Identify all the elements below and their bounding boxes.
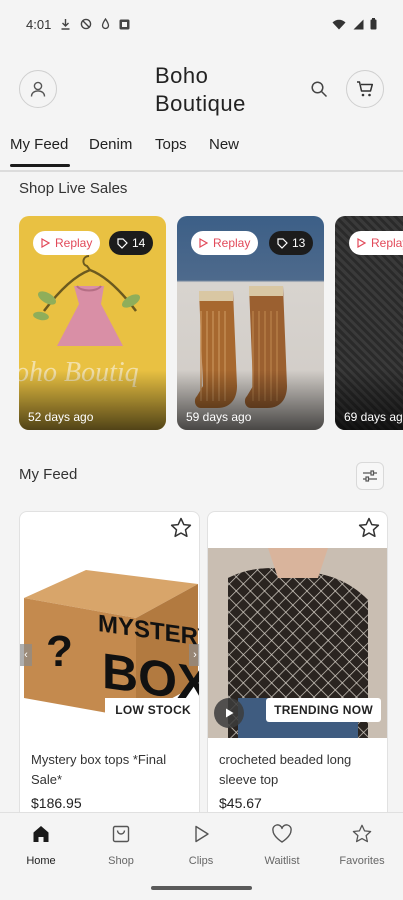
feed-title: My Feed <box>19 466 78 483</box>
app-notification-icon <box>119 19 130 29</box>
download-icon <box>61 19 70 30</box>
nav-favorites[interactable]: Favorites <box>322 823 402 873</box>
nav-waitlist[interactable]: Waitlist <box>242 823 322 873</box>
cart-button[interactable] <box>346 70 384 108</box>
star-icon <box>352 824 372 843</box>
product-price: $45.67 <box>219 795 262 811</box>
wifi-icon <box>332 19 346 29</box>
product-price: $186.95 <box>31 795 82 811</box>
nav-favorites-label: Favorites <box>339 855 385 867</box>
live-sale-card[interactable]: Replay 69 days ago <box>335 216 403 430</box>
favorite-star-icon[interactable] <box>357 516 381 540</box>
replay-label: Replay <box>213 236 251 250</box>
nav-waitlist-label: Waitlist <box>264 855 300 867</box>
replay-play-icon <box>199 238 208 248</box>
svg-text:?: ? <box>46 627 73 676</box>
shop-icon <box>112 825 130 843</box>
viewer-count-badge: 14 <box>109 231 154 255</box>
viewer-count: 14 <box>132 236 146 250</box>
product-name: Mystery box tops *Final Sale* <box>31 752 167 787</box>
play-icon <box>226 708 234 718</box>
replay-play-icon <box>357 238 366 248</box>
replay-button[interactable]: Replay <box>349 231 403 255</box>
battery-icon <box>370 18 377 30</box>
active-tab-indicator <box>10 164 70 167</box>
live-sales-title: Shop Live Sales <box>19 180 128 197</box>
nav-clips-label: Clips <box>188 855 214 867</box>
status-time: 4:01 <box>26 16 52 32</box>
product-card[interactable]: TRENDING NOW crocheted beaded long sleev… <box>207 511 388 821</box>
search-icon <box>311 81 328 98</box>
days-ago-label: 52 days ago <box>28 410 94 424</box>
viewer-count: 13 <box>292 236 306 250</box>
brand-line-1: Boho <box>155 63 209 88</box>
app-header: Boho Boutique <box>0 60 403 124</box>
product-card[interactable]: MYSTERY BOX ? ‹ › LOW STOCK Mystery box … <box>19 511 200 821</box>
crochet-top-image: TRENDING NOW <box>208 548 387 738</box>
profile-button[interactable] <box>19 70 57 108</box>
sliders-icon <box>363 470 377 482</box>
filter-button[interactable] <box>356 462 384 490</box>
tab-new[interactable]: New <box>209 136 239 153</box>
next-image-arrow[interactable]: › <box>189 644 199 666</box>
profile-icon <box>30 81 46 97</box>
play-icon <box>195 825 209 843</box>
product-name: crocheted beaded long sleeve top <box>219 752 352 787</box>
replay-button[interactable]: Replay <box>33 231 101 255</box>
home-icon <box>33 826 49 842</box>
signal-icon <box>353 19 364 29</box>
category-tabs: My Feed Denim Tops New <box>0 128 403 172</box>
nav-home-label: Home <box>26 855 56 867</box>
days-ago-label: 69 days ago <box>344 410 403 424</box>
data-saver-icon <box>102 18 110 30</box>
replay-label: Replay <box>371 236 403 250</box>
mystery-box-image: MYSTERY BOX ? ‹ › LOW STOCK <box>20 548 199 738</box>
block-icon <box>81 18 92 30</box>
cart-icon <box>357 81 374 97</box>
prev-image-arrow[interactable]: ‹ <box>20 644 32 666</box>
trending-badge: TRENDING NOW <box>266 698 381 722</box>
play-video-button[interactable] <box>214 698 244 728</box>
replay-button[interactable]: Replay <box>191 231 259 255</box>
replay-play-icon <box>41 238 50 248</box>
nav-home[interactable]: Home <box>1 823 81 873</box>
gesture-home-indicator[interactable] <box>151 886 252 890</box>
brand-logo[interactable]: Boho Boutique <box>155 62 246 118</box>
days-ago-label: 59 days ago <box>186 410 252 424</box>
nav-clips[interactable]: Clips <box>161 823 241 873</box>
heart-icon <box>272 824 292 843</box>
brand-line-2: Boutique <box>155 91 246 116</box>
live-sale-card[interactable]: oho Boutiq Replay 14 52 days ago <box>19 216 166 430</box>
nav-shop[interactable]: Shop <box>81 823 161 873</box>
nav-shop-label: Shop <box>108 855 134 867</box>
tag-icon <box>277 237 288 249</box>
search-button[interactable] <box>306 76 332 102</box>
tab-denim[interactable]: Denim <box>89 136 132 153</box>
status-bar: 4:01 <box>0 0 403 48</box>
viewer-count-badge: 13 <box>269 231 314 255</box>
favorite-star-icon[interactable] <box>169 516 193 540</box>
live-sale-card[interactable]: Replay 13 59 days ago <box>177 216 324 430</box>
low-stock-badge: LOW STOCK <box>105 698 199 722</box>
tag-icon <box>117 237 128 249</box>
tab-tops[interactable]: Tops <box>155 136 187 153</box>
tab-my-feed[interactable]: My Feed <box>10 136 68 153</box>
replay-label: Replay <box>55 236 93 250</box>
